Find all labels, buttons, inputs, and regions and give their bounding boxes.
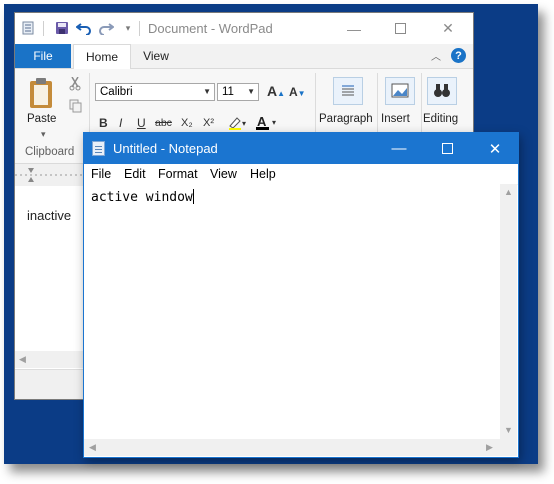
superscript-button[interactable]: X² (203, 117, 214, 129)
close-icon: ✕ (442, 20, 454, 36)
notepad-maximize-button[interactable] (424, 133, 470, 164)
notepad-minimize-button[interactable]: — (376, 133, 422, 164)
wordpad-maximize-button[interactable] (377, 13, 423, 44)
tab-home[interactable]: Home (73, 44, 131, 69)
tab-view[interactable]: View (131, 44, 181, 68)
font-size-combo[interactable]: 11 ▼ (217, 83, 259, 101)
picture-icon (391, 83, 409, 98)
svg-text:▾: ▾ (272, 118, 276, 127)
notepad-vertical-scrollbar[interactable]: ▲ ▼ (500, 184, 517, 439)
ruler-ticks (15, 168, 85, 182)
clipboard-icon (30, 78, 52, 108)
maximize-icon (394, 23, 406, 34)
minimize-icon: — (391, 140, 407, 157)
font-color-icon: A ▾ (256, 114, 276, 130)
minimize-icon: — (347, 20, 361, 37)
wordpad-minimize-button[interactable]: — (331, 13, 377, 44)
paragraph-label: Paragraph (319, 113, 373, 125)
notepad-close-button[interactable]: ✕ (472, 133, 518, 164)
binoculars-icon (434, 84, 450, 97)
notepad-menu-bar: File Edit Format View Help (84, 164, 518, 185)
maximize-icon (441, 143, 453, 154)
notepad-titlebar[interactable]: Untitled - Notepad — ✕ (84, 133, 518, 164)
shrink-font-icon[interactable]: A▼ (289, 85, 306, 99)
size-grip[interactable] (500, 439, 517, 456)
collapse-ribbon-icon[interactable]: ︿ (431, 48, 441, 63)
wordpad-app-icon[interactable] (19, 19, 37, 37)
strikethrough-button[interactable]: abc (155, 117, 172, 129)
menu-edit[interactable]: Edit (124, 167, 146, 181)
paste-dropdown-icon[interactable]: ▾ (41, 129, 46, 140)
insert-button[interactable] (385, 77, 415, 105)
close-icon: ✕ (488, 140, 502, 158)
wordpad-title: Document - WordPad (148, 21, 273, 36)
subscript-button[interactable]: X₂ (181, 117, 193, 129)
text-caret (192, 189, 194, 204)
font-family-dropdown-icon: ▼ (203, 87, 211, 96)
scroll-up-icon[interactable]: ▲ (504, 187, 513, 197)
paragraph-button[interactable] (333, 77, 363, 105)
paragraph-icon (342, 85, 354, 96)
wordpad-titlebar[interactable]: ▾ Document - WordPad — ✕ (15, 13, 473, 44)
redo-icon[interactable] (97, 19, 115, 37)
menu-format[interactable]: Format (158, 167, 198, 181)
save-icon[interactable] (53, 19, 71, 37)
editing-label: Editing (423, 113, 459, 125)
notepad-window[interactable]: Untitled - Notepad — ✕ File Edit Format … (83, 132, 519, 458)
grow-font-icon[interactable]: A▲ (267, 83, 285, 99)
highlighter-icon: ▾ (229, 117, 246, 130)
svg-text:A: A (257, 114, 267, 129)
notepad-app-icon[interactable] (92, 141, 105, 156)
svg-text:▾: ▾ (242, 119, 246, 128)
font-size-value: 11 (222, 86, 234, 98)
scroll-down-icon[interactable]: ▼ (504, 425, 513, 435)
paste-button[interactable] (27, 77, 55, 109)
tab-file[interactable]: File (15, 44, 71, 68)
wordpad-ribbon-tabs: File Home View ︿ ? (15, 44, 473, 69)
underline-button[interactable]: U (137, 116, 146, 130)
font-family-value: Calibri (100, 86, 133, 98)
font-family-combo[interactable]: Calibri ▼ (95, 83, 215, 101)
copy-icon[interactable] (69, 99, 82, 116)
notepad-title: Untitled - Notepad (113, 141, 218, 156)
scroll-right-icon[interactable]: ▶ (486, 442, 493, 453)
scroll-left-icon[interactable]: ◀ (19, 354, 26, 365)
customize-quick-access-icon[interactable]: ▾ (119, 19, 137, 37)
font-size-dropdown-icon: ▼ (247, 87, 255, 96)
undo-icon[interactable] (75, 19, 93, 37)
bold-button[interactable]: B (99, 116, 108, 130)
scroll-left-icon[interactable]: ◀ (89, 442, 96, 453)
menu-file[interactable]: File (91, 167, 111, 181)
notepad-text: active window (91, 190, 193, 205)
italic-button[interactable]: I (119, 116, 122, 130)
insert-label: Insert (381, 113, 410, 125)
notepad-text-area[interactable]: active window (84, 184, 500, 439)
font-color-button[interactable]: A ▾ (255, 113, 281, 134)
wordpad-document-text[interactable]: inactive (27, 208, 71, 223)
clipboard-group-label: Clipboard (25, 146, 75, 158)
cut-icon[interactable] (69, 76, 81, 94)
menu-view[interactable]: View (210, 167, 237, 181)
paste-label: Paste (27, 113, 57, 125)
wordpad-close-button[interactable]: ✕ (425, 13, 471, 44)
desktop-background: ▾ Document - WordPad — ✕ File Home View … (4, 4, 538, 464)
menu-help[interactable]: Help (250, 167, 276, 181)
help-icon[interactable]: ? (451, 48, 466, 63)
editing-button[interactable] (427, 77, 457, 105)
notepad-horizontal-scrollbar[interactable]: ◀ ▶ (84, 439, 500, 456)
